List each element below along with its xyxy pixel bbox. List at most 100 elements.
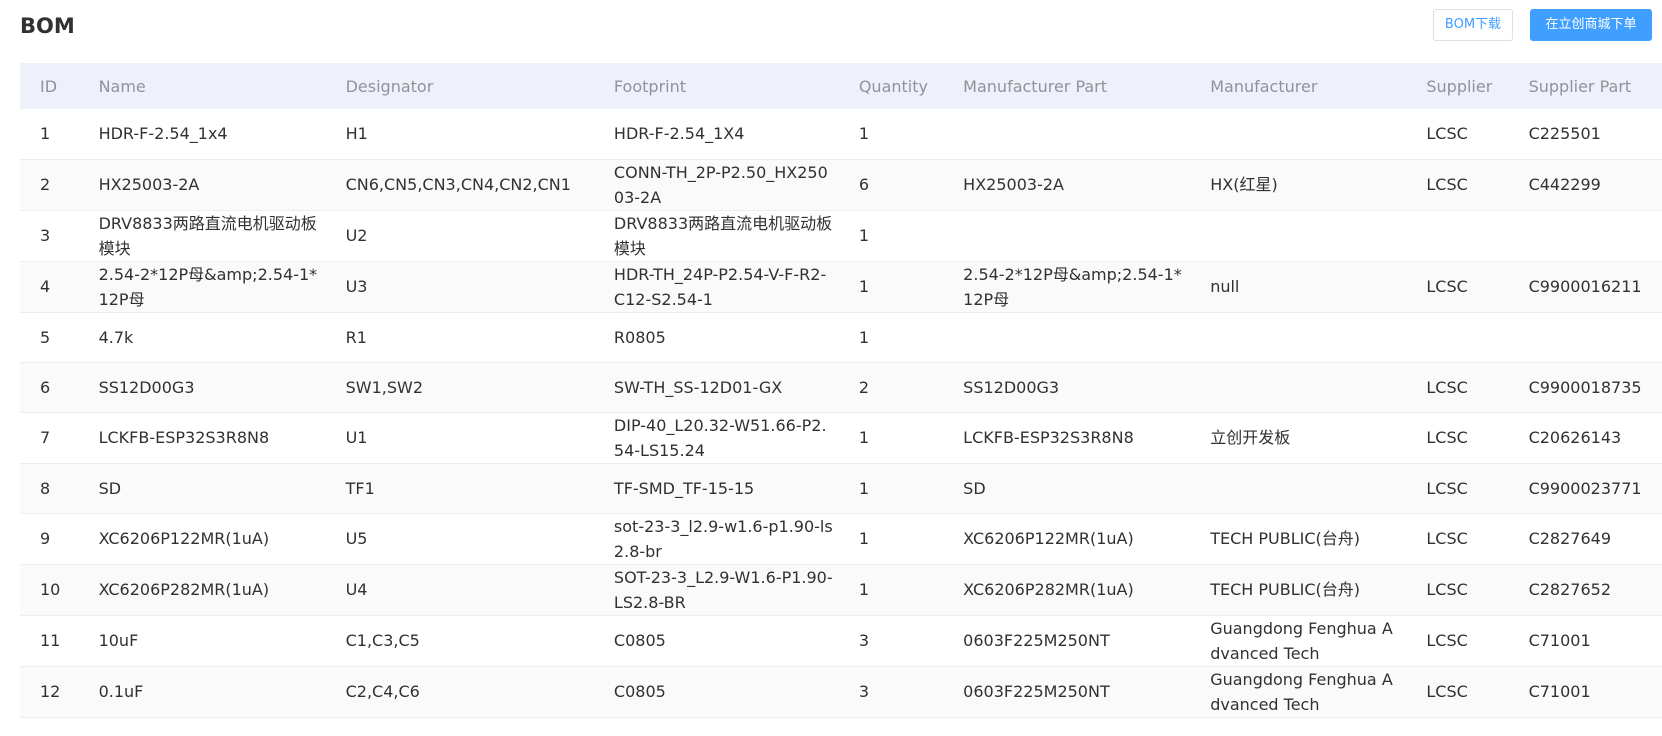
- cell-name: LCKFB-ESP32S3R8N8: [98, 428, 270, 447]
- cell-name: 0.1uF: [98, 682, 144, 701]
- cell-manufacturer: [1190, 362, 1406, 412]
- table-row: 10 XC6206P282MR(1uA) U4 SOT-23-3_L2.9-W1.6-…: [20, 564, 1662, 615]
- cell-manufacturer: Guangdong Fenghua Advanced Tech: [1210, 669, 1393, 714]
- cell-quantity: 2: [858, 377, 870, 397]
- bom-table: ID Name Designator Footprint Quantity Manufac…: [20, 63, 1662, 718]
- table-row: 4 2.54-2*12P母&amp;2.54-1*12P母 U3 HDR-TH_24P…: [20, 261, 1662, 312]
- cell-id: 1: [40, 124, 51, 144]
- cell-quantity: 1: [858, 580, 870, 599]
- cell-designator: U4: [345, 580, 368, 599]
- cell-manufacturer: [1190, 210, 1406, 261]
- cell-manufacturer-part: SS12D00G3: [963, 377, 1060, 397]
- cell-supplier: LCSC: [1426, 529, 1468, 548]
- column-header-manufacturer-part: Manufacturer Part: [943, 63, 1191, 109]
- bom-download-button[interactable]: BOM下载: [1433, 9, 1513, 41]
- cell-quantity: 3: [858, 631, 870, 650]
- cell-manufacturer: [1190, 109, 1406, 159]
- cell-footprint: DRV8833两路直流电机驱动板模块: [613, 213, 833, 258]
- cell-name: 4.7k: [98, 327, 134, 347]
- table-row: 12 0.1uF C2,C4,C6 C0805 3 0603F225M250NT Guang…: [20, 666, 1662, 717]
- cell-quantity: 1: [858, 428, 870, 447]
- cell-quantity: 1: [858, 277, 870, 296]
- table-row: 6 SS12D00G3 SW1,SW2 SW-TH_SS-12D01-GX 2 SS12D…: [20, 362, 1662, 412]
- cell-supplier-part: [1509, 312, 1662, 362]
- cell-footprint: CONN-TH_2P-P2.50_HX25003-2A: [613, 162, 828, 207]
- table-row: 1 HDR-F-2.54_1x4 H1 HDR-F-2.54_1X4 1 LCSC C225…: [20, 109, 1662, 159]
- cell-footprint: sot-23-3_l2.9-w1.6-p1.90-ls2.8-br: [613, 516, 833, 561]
- cell-name: XC6206P122MR(1uA): [98, 529, 270, 548]
- cell-name: HX25003-2A: [98, 175, 200, 194]
- column-header-supplier-part: Supplier Part: [1508, 63, 1662, 109]
- cell-supplier-part: C71001: [1528, 682, 1591, 701]
- cell-footprint: R0805: [613, 327, 666, 347]
- cell-footprint: SOT-23-3_L2.9-W1.6-P1.90-LS2.8-BR: [613, 567, 833, 612]
- cell-manufacturer: TECH PUBLIC(台舟): [1210, 580, 1361, 599]
- cell-manufacturer: HX(红星): [1210, 175, 1278, 194]
- cell-supplier-part: C442299: [1528, 175, 1601, 194]
- cell-manufacturer-part: SD: [963, 478, 986, 498]
- cell-designator: CN6,CN5,CN3,CN4,CN2,CN1: [345, 175, 571, 194]
- column-header-quantity: Quantity: [838, 63, 944, 109]
- cell-manufacturer-part: [943, 312, 1190, 362]
- cell-supplier: [1406, 312, 1508, 362]
- cell-id: 2: [40, 175, 51, 194]
- cell-id: 11: [40, 631, 61, 650]
- cell-manufacturer: [1190, 312, 1406, 362]
- cell-supplier-part: C9900018735: [1528, 377, 1642, 397]
- cell-supplier: LCSC: [1426, 580, 1468, 599]
- bom-page: BOM BOM下载 在立创商城下单 ID Name Designator Footpr…: [0, 0, 1662, 736]
- cell-manufacturer: null: [1210, 277, 1240, 296]
- cell-name: SD: [98, 478, 122, 498]
- cell-designator: U2: [345, 226, 368, 245]
- cell-quantity: 1: [858, 226, 870, 245]
- cell-name: DRV8833两路直流电机驱动板模块: [98, 213, 317, 258]
- page-title: BOM: [20, 14, 75, 38]
- cell-manufacturer: TECH PUBLIC(台舟): [1210, 529, 1361, 548]
- cell-id: 10: [40, 580, 61, 599]
- column-header-supplier: Supplier: [1406, 63, 1509, 109]
- table-row: 3 DRV8833两路直流电机驱动板模块 U2 DRV8833两路直流电机驱动板模块 1: [20, 210, 1662, 261]
- cell-footprint: TF-SMD_TF-15-15: [613, 478, 755, 498]
- cell-supplier-part: C20626143: [1528, 428, 1622, 447]
- cell-manufacturer-part: 0603F225M250NT: [963, 682, 1110, 701]
- cell-supplier-part: C9900023771: [1528, 478, 1642, 498]
- cell-quantity: 1: [858, 124, 870, 144]
- cell-supplier: [1406, 210, 1508, 261]
- cell-footprint: C0805: [613, 631, 666, 650]
- cell-designator: TF1: [345, 478, 375, 498]
- column-header-designator: Designator: [325, 63, 594, 109]
- cell-name: 2.54-2*12P母&amp;2.54-1*12P母: [98, 264, 318, 309]
- cell-footprint: HDR-TH_24P-P2.54-V-F-R2-C12-S2.54-1: [613, 264, 827, 309]
- column-header-id: ID: [20, 63, 79, 109]
- cell-manufacturer-part: [943, 109, 1190, 159]
- cell-name: 10uF: [98, 631, 139, 650]
- cell-designator: U5: [345, 529, 368, 548]
- cell-quantity: 1: [858, 529, 870, 548]
- order-at-lcsc-button[interactable]: 在立创商城下单: [1530, 9, 1652, 41]
- column-header-manufacturer: Manufacturer: [1190, 63, 1407, 109]
- cell-supplier: LCSC: [1426, 478, 1468, 498]
- cell-manufacturer: 立创开发板: [1210, 428, 1291, 447]
- cell-supplier: LCSC: [1426, 682, 1468, 701]
- cell-manufacturer-part: 2.54-2*12P母&amp;2.54-1*12P母: [963, 264, 1182, 309]
- cell-footprint: DIP-40_L20.32-W51.66-P2.54-LS15.24: [613, 415, 827, 460]
- cell-supplier: LCSC: [1426, 428, 1468, 447]
- cell-id: 6: [40, 377, 51, 397]
- cell-supplier-part: C71001: [1528, 631, 1591, 650]
- table-row: 11 10uF C1,C3,C5 C0805 3 0603F225M250NT Guangd…: [20, 615, 1662, 666]
- cell-quantity: 3: [858, 682, 870, 701]
- cell-id: 9: [40, 529, 51, 548]
- cell-id: 5: [40, 327, 51, 347]
- cell-designator: U3: [345, 277, 368, 296]
- table-row: 8 SD TF1 TF-SMD_TF-15-15 1 SD LCSC C9900023771: [20, 463, 1662, 513]
- cell-manufacturer: Guangdong Fenghua Advanced Tech: [1210, 618, 1393, 663]
- cell-footprint: HDR-F-2.54_1X4: [613, 124, 745, 144]
- cell-name: HDR-F-2.54_1x4: [98, 124, 228, 144]
- table-row: 2 HX25003-2A CN6,CN5,CN3,CN4,CN2,CN1 CONN-T…: [20, 159, 1662, 210]
- cell-designator: C1,C3,C5: [345, 631, 420, 650]
- cell-id: 4: [40, 277, 51, 296]
- cell-supplier: LCSC: [1426, 277, 1468, 296]
- cell-id: 3: [40, 226, 51, 245]
- cell-manufacturer-part: 0603F225M250NT: [963, 631, 1110, 650]
- cell-manufacturer-part: [943, 210, 1190, 261]
